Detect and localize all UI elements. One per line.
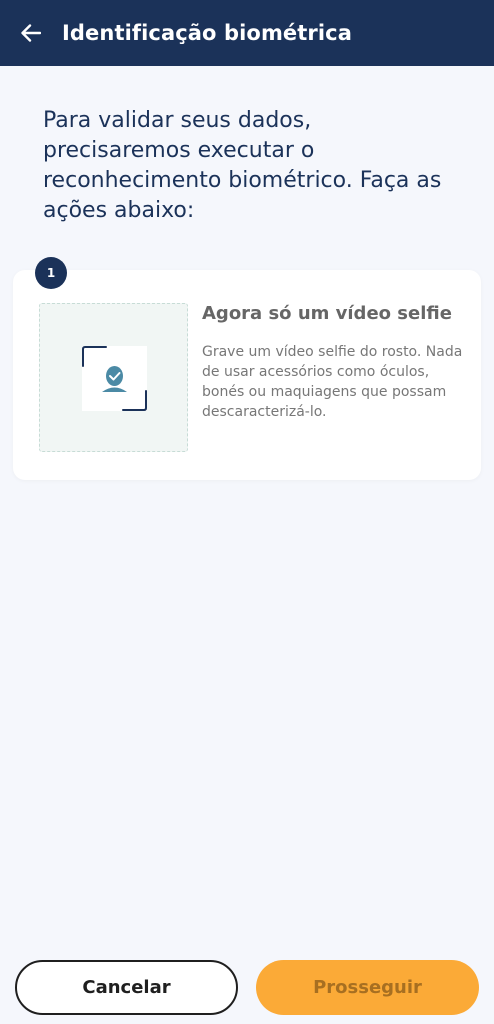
- step-number-badge: 1: [35, 257, 67, 289]
- face-scan-icon: [82, 346, 147, 411]
- cancel-button[interactable]: Cancelar: [15, 960, 238, 1015]
- page-title: Identificação biométrica: [62, 21, 352, 45]
- app-header: Identificação biométrica: [0, 0, 494, 66]
- selfie-placeholder[interactable]: [39, 303, 188, 452]
- arrow-left-icon: [21, 24, 41, 42]
- step-title: Agora só um vídeo selfie: [202, 303, 452, 324]
- proceed-button[interactable]: Prosseguir: [256, 960, 479, 1015]
- selfie-step-card[interactable]: Agora só um vídeo selfie Grave um vídeo …: [13, 270, 481, 480]
- step-description: Grave um vídeo selfie do rosto. Nada de …: [202, 344, 463, 420]
- intro-text: Para validar seus dados, precisaremos ex…: [43, 108, 442, 223]
- selfie-frame: [82, 346, 147, 411]
- back-button[interactable]: [18, 20, 44, 46]
